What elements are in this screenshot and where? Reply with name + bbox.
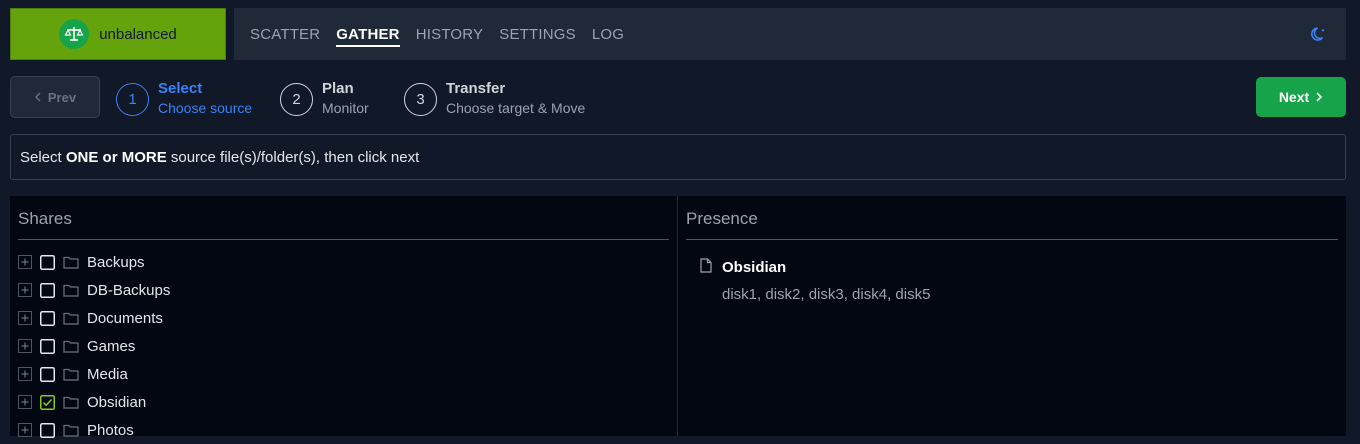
nav-gather[interactable]: GATHER — [336, 22, 400, 47]
presence-item-name: Obsidian — [722, 259, 787, 276]
share-row[interactable]: Obsidian — [18, 388, 669, 416]
presence-panel: Presence Obsidian disk1, disk2, disk3, d… — [678, 196, 1346, 436]
instruction-suffix: source file(s)/folder(s), then click nex… — [166, 148, 420, 166]
step-title: Transfer — [446, 80, 506, 97]
checkbox[interactable] — [40, 310, 55, 326]
checkbox[interactable] — [40, 254, 55, 270]
main-nav: SCATTER GATHER HISTORY SETTINGS LOG — [234, 8, 1346, 60]
share-name: Documents — [87, 309, 163, 327]
app-header: unbalanced SCATTER GATHER HISTORY SETTIN… — [0, 0, 1360, 68]
share-name: Media — [87, 365, 128, 383]
folder-icon — [63, 424, 79, 437]
expand-icon[interactable] — [18, 339, 32, 353]
share-row[interactable]: Media — [18, 360, 669, 388]
share-row[interactable]: DB-Backups — [18, 276, 669, 304]
expand-icon[interactable] — [18, 395, 32, 409]
presence-item: Obsidian disk1, disk2, disk3, disk4, dis… — [686, 240, 1338, 303]
share-name: Backups — [87, 253, 145, 271]
expand-icon[interactable] — [18, 311, 32, 325]
moon-icon[interactable] — [1310, 25, 1328, 48]
expand-icon[interactable] — [18, 423, 32, 437]
prev-label: Prev — [47, 89, 77, 105]
nav-scatter[interactable]: SCATTER — [250, 26, 320, 43]
step-subtitle: Choose source — [158, 100, 253, 116]
instruction-prefix: Select — [20, 148, 66, 166]
share-row[interactable]: Games — [18, 332, 669, 360]
chevron-left-icon — [34, 90, 42, 105]
folder-icon — [63, 312, 79, 325]
share-row[interactable]: Backups — [18, 248, 669, 276]
scales-icon — [59, 19, 90, 49]
folder-icon — [63, 396, 79, 409]
step-subtitle: Choose target & Move — [446, 100, 586, 116]
checkbox[interactable] — [40, 282, 55, 298]
folder-icon — [63, 368, 79, 381]
step-title: Plan — [322, 80, 354, 97]
share-row[interactable]: Photos — [18, 416, 669, 444]
prev-button[interactable]: Prev — [10, 76, 100, 118]
nav-history[interactable]: HISTORY — [416, 26, 484, 43]
step-plan: 2 Plan Monitor — [280, 80, 369, 118]
step-select: 1 Select Choose source — [116, 80, 252, 118]
share-name: Photos — [87, 421, 134, 439]
step-transfer: 3 Transfer Choose target & Move — [404, 80, 585, 118]
shares-tree: Backups DB-Backups Documents Games Media Obsi… — [18, 240, 669, 444]
step-subtitle: Monitor — [322, 100, 369, 116]
app-name: unbalanced — [99, 25, 177, 43]
checkbox[interactable] — [40, 422, 55, 438]
step-number: 2 — [280, 82, 313, 116]
folder-icon — [63, 256, 79, 269]
next-button[interactable]: Next — [1256, 77, 1346, 117]
checkbox[interactable] — [40, 394, 55, 410]
presence-disks: disk1, disk2, disk3, disk4, disk5 — [722, 286, 931, 303]
logo[interactable]: unbalanced — [10, 8, 226, 60]
next-label: Next — [1278, 89, 1310, 105]
step-number: 1 — [116, 82, 149, 116]
shares-panel: Shares Backups DB-Backups Documents Games Me… — [10, 196, 678, 439]
expand-icon[interactable] — [18, 367, 32, 381]
instruction-banner: Select ONE or MORE source file(s)/folder… — [10, 134, 1346, 180]
chevron-right-icon — [1315, 89, 1323, 105]
folder-icon — [63, 340, 79, 353]
nav-log[interactable]: LOG — [592, 26, 624, 43]
checkbox[interactable] — [40, 338, 55, 354]
share-name: Obsidian — [87, 393, 147, 411]
expand-icon[interactable] — [18, 255, 32, 269]
instruction-emphasis: ONE or MORE — [65, 148, 167, 166]
expand-icon[interactable] — [18, 283, 32, 297]
step-title: Select — [158, 80, 203, 97]
shares-title: Shares — [18, 196, 669, 240]
selection-panels: Shares Backups DB-Backups Documents Games Me… — [10, 196, 1346, 439]
folder-icon — [63, 284, 79, 297]
share-row[interactable]: Documents — [18, 304, 669, 332]
presence-title: Presence — [686, 196, 1338, 240]
share-name: Games — [87, 337, 136, 355]
nav-settings[interactable]: SETTINGS — [499, 26, 576, 43]
share-name: DB-Backups — [87, 281, 171, 299]
step-number: 3 — [404, 82, 437, 116]
checkbox[interactable] — [40, 366, 55, 382]
file-icon — [700, 258, 712, 277]
